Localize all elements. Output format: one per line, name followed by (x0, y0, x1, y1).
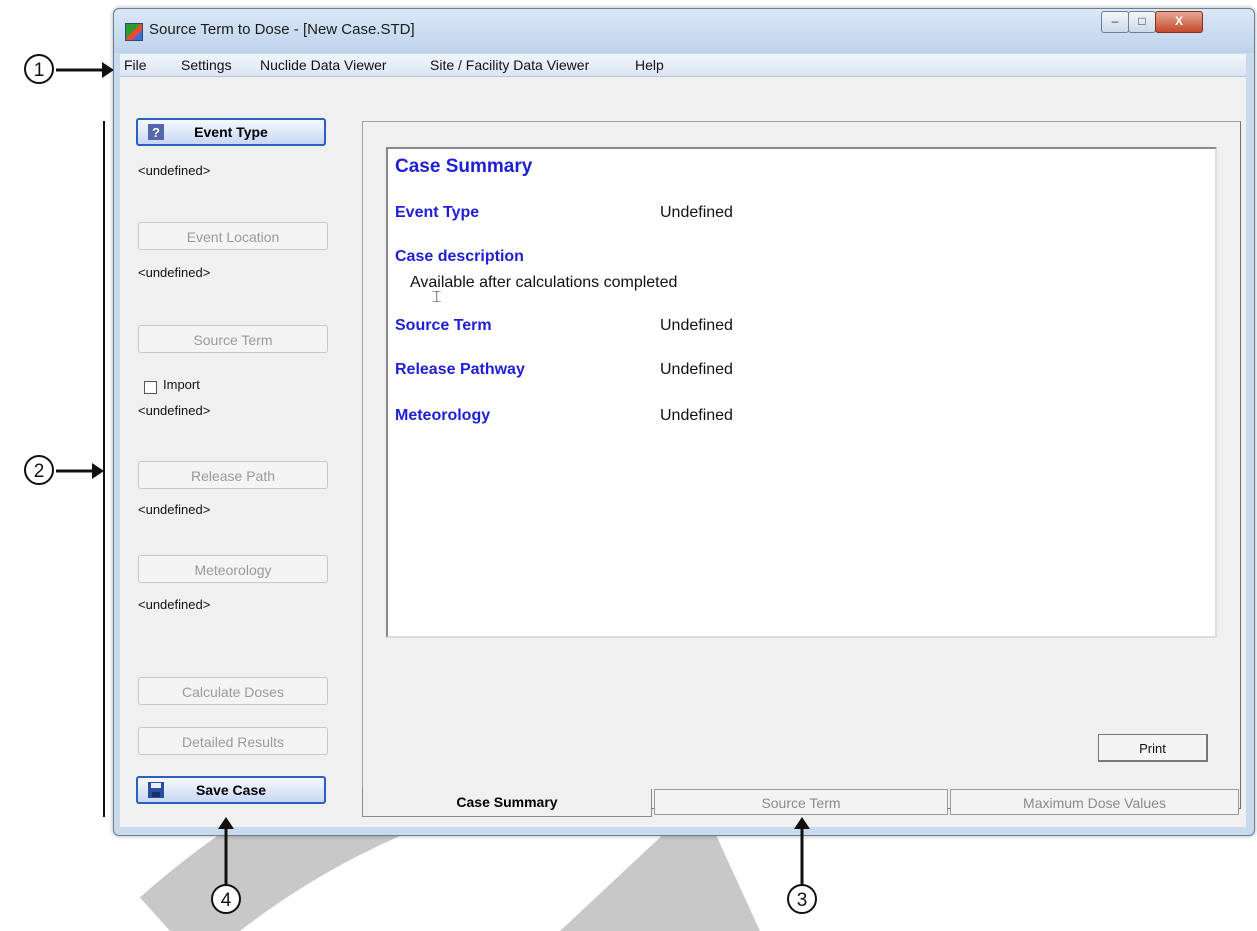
left-panel-bracket (103, 121, 105, 817)
callout-4: 4 (211, 884, 241, 914)
menu-settings[interactable]: Settings (181, 57, 232, 73)
summary-release-pathway-label: Release Pathway (395, 361, 525, 378)
meteorology-button[interactable]: Meteorology (138, 555, 328, 583)
minimize-button[interactable]: – (1101, 11, 1129, 33)
title-bar[interactable]: Source Term to Dose - [New Case.STD] – □… (114, 9, 1254, 53)
source-term-value: <undefined> (138, 403, 211, 418)
import-checkbox[interactable] (144, 381, 157, 394)
save-case-button-label: Save Case (195, 782, 267, 798)
callout-1-arrow (56, 62, 114, 78)
tab-case-summary[interactable]: Case Summary (362, 789, 652, 817)
maximize-button[interactable]: □ (1128, 11, 1156, 33)
client-area: ? Event Type <undefined> Event Location … (120, 77, 1246, 827)
event-type-value: <undefined> (138, 163, 211, 178)
release-path-value: <undefined> (138, 502, 211, 517)
summary-meteorology-label: Meteorology (395, 407, 491, 424)
summary-event-type-label: Event Type (395, 204, 480, 221)
floppy-disk-icon (148, 782, 164, 798)
app-icon (125, 23, 143, 41)
summary-case-description-label: Case description (395, 248, 524, 265)
svg-text:?: ? (152, 125, 160, 140)
menu-site-facility-data-viewer[interactable]: Site / Facility Data Viewer (430, 57, 589, 73)
tab-maximum-dose-values[interactable]: Maximum Dose Values (950, 789, 1239, 815)
summary-case-description-value: Available after calculations completed (410, 274, 678, 291)
callout-3-arrow (794, 817, 810, 885)
menu-file[interactable]: File (124, 57, 147, 73)
summary-source-term-label: Source Term (395, 317, 492, 334)
event-type-button[interactable]: ? Event Type (136, 118, 326, 146)
callout-3: 3 (787, 884, 817, 914)
summary-source-term-value: Undefined (660, 317, 733, 334)
menu-bar: File Settings Nuclide Data Viewer Site /… (120, 54, 1246, 77)
tab-source-term[interactable]: Source Term (654, 789, 948, 815)
source-term-button[interactable]: Source Term (138, 325, 328, 353)
event-type-button-label: Event Type (194, 124, 268, 140)
text-cursor-icon: ⌶ (432, 289, 442, 306)
import-label: Import (163, 377, 200, 392)
menu-nuclide-data-viewer[interactable]: Nuclide Data Viewer (260, 57, 387, 73)
print-button[interactable]: Print (1098, 734, 1208, 762)
window-title: Source Term to Dose - [New Case.STD] (149, 21, 415, 38)
close-button[interactable]: X (1155, 11, 1203, 33)
summary-release-pathway-value: Undefined (660, 361, 733, 378)
case-summary-title: Case Summary (395, 156, 533, 177)
callout-2: 2 (24, 455, 54, 485)
summary-event-type-value: Undefined (660, 204, 733, 221)
meteorology-value: <undefined> (138, 597, 211, 612)
callout-2-arrow (56, 463, 104, 479)
release-path-button[interactable]: Release Path (138, 461, 328, 489)
help-icon: ? (148, 124, 164, 140)
save-case-button[interactable]: Save Case (136, 776, 326, 804)
summary-meteorology-value: Undefined (660, 407, 733, 424)
menu-help[interactable]: Help (635, 57, 664, 73)
case-summary-box: Case Summary Event Type Undefined Case d… (386, 147, 1217, 638)
calculate-doses-button[interactable]: Calculate Doses (138, 677, 328, 705)
case-summary-panel: Case Summary Event Type Undefined Case d… (362, 121, 1241, 809)
event-location-button[interactable]: Event Location (138, 222, 328, 250)
detailed-results-button[interactable]: Detailed Results (138, 727, 328, 755)
callout-4-arrow (218, 817, 234, 885)
app-window: Source Term to Dose - [New Case.STD] – □… (113, 8, 1255, 836)
callout-1: 1 (24, 54, 54, 84)
event-location-value: <undefined> (138, 265, 211, 280)
